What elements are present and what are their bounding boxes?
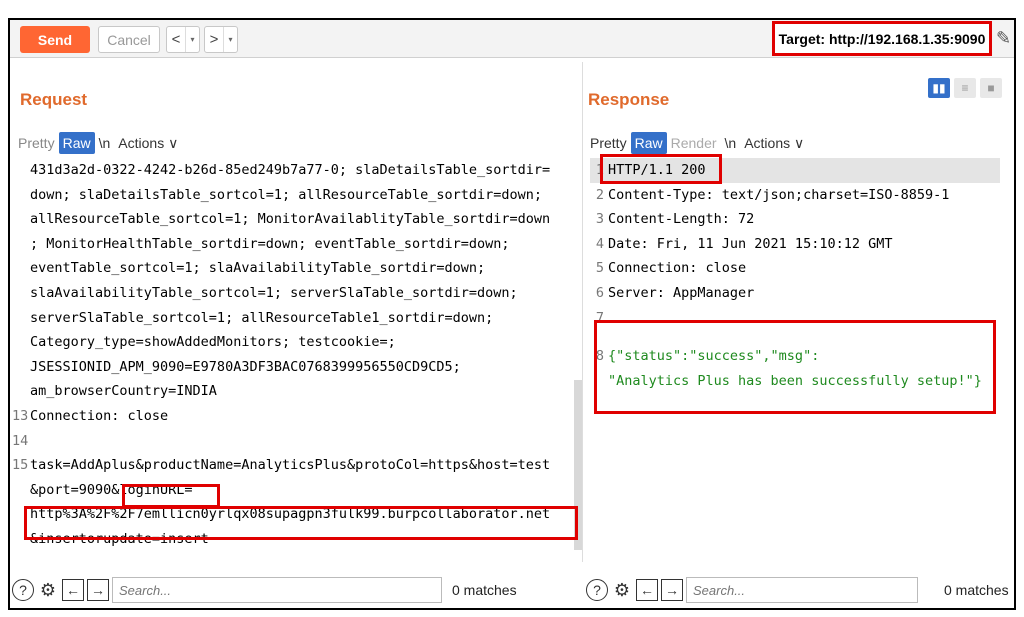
gear-icon[interactable]: ⚙: [611, 579, 633, 601]
response-search-bar: ? ⚙ ← → 0 matches: [586, 572, 1009, 608]
response-line: 3 Content-Length: 72: [595, 211, 755, 228]
request-line: 13 Connection: close: [12, 407, 169, 424]
back-nav-group: < ▾: [166, 26, 200, 53]
highlight-login-param: [122, 484, 220, 508]
forward-dropdown-icon[interactable]: ▾: [223, 27, 237, 52]
search-prev-icon[interactable]: ←: [62, 579, 84, 601]
forward-arrow-icon[interactable]: >: [205, 27, 223, 52]
stacked-view-icon[interactable]: ≡: [954, 78, 976, 98]
tab-response-pretty[interactable]: Pretty: [586, 132, 631, 154]
tab-response-render[interactable]: Render: [667, 132, 721, 154]
tab-request-raw[interactable]: Raw: [58, 132, 95, 154]
gear-icon[interactable]: ⚙: [37, 579, 59, 601]
request-line: 431d3a2d-0322-4242-b26d-85ed249b7a77-0; …: [30, 162, 551, 178]
tab-response-actions[interactable]: Actions ∨: [740, 132, 808, 155]
pencil-icon[interactable]: ✎: [996, 28, 1011, 49]
request-match-count: 0 matches: [452, 582, 517, 598]
back-dropdown-icon[interactable]: ▾: [185, 27, 199, 52]
tab-request-pretty[interactable]: Pretty: [14, 132, 59, 154]
forward-nav-group: > ▾: [204, 26, 238, 53]
response-line: 6 Server: AppManager: [595, 284, 755, 301]
help-icon[interactable]: ?: [12, 579, 34, 601]
pane-divider[interactable]: [582, 62, 583, 562]
repeater-window: Send Cancel < ▾ > ▾ Target: http://192.1…: [8, 18, 1016, 610]
response-line: 2 Content-Type: text/json;charset=ISO-885…: [595, 186, 950, 203]
help-icon[interactable]: ?: [586, 579, 608, 601]
request-line: am_browserCountry=INDIA: [30, 383, 217, 400]
request-line: 15 task=AddAplus&productName=AnalyticsPlu…: [12, 457, 551, 474]
tab-request-newline[interactable]: \n: [95, 132, 115, 154]
toolbar: Send Cancel < ▾ > ▾ Target: http://192.1…: [10, 20, 1014, 58]
response-search-input[interactable]: [686, 577, 918, 603]
request-line: allResourceTable_sortcol=1; MonitorAvail…: [30, 211, 551, 228]
split-view-icon[interactable]: ▮▮: [928, 78, 950, 98]
response-match-count: 0 matches: [944, 582, 1009, 598]
request-line: slaAvailabilityTable_sortcol=1; serverSl…: [30, 284, 518, 301]
top-strip: [0, 0, 1024, 18]
response-line: 4 Date: Fri, 11 Jun 2021 15:10:12 GMT: [595, 235, 893, 252]
request-line: down; slaDetailsTable_sortcol=1; allReso…: [30, 186, 543, 203]
send-button[interactable]: Send: [20, 26, 90, 53]
response-title: Response: [588, 90, 670, 109]
back-arrow-icon[interactable]: <: [167, 27, 185, 52]
search-next-icon[interactable]: →: [87, 579, 109, 601]
response-line: 5 Connection: close: [595, 260, 747, 277]
layout-toggle: ▮▮ ≡ ■: [928, 78, 1002, 98]
request-search-bar: ? ⚙ ← → 0 matches: [12, 572, 517, 608]
tab-response-newline[interactable]: \n: [721, 132, 741, 154]
request-line: Category_type=showAddedMonitors; testcoo…: [30, 334, 396, 351]
highlight-response-body: [594, 320, 996, 414]
request-line: eventTable_sortcol=1; slaAvailabilityTab…: [30, 260, 486, 277]
request-editor[interactable]: 431d3a2d-0322-4242-b26d-85ed249b7a77-0; …: [12, 158, 572, 552]
response-tabs: Pretty Raw Render \n Actions ∨: [586, 130, 808, 156]
request-line: &port=9090&loginURL=: [30, 481, 193, 498]
highlight-collaborator-url: [24, 506, 578, 540]
single-view-icon[interactable]: ■: [980, 78, 1002, 98]
request-line: serverSlaTable_sortcol=1; allResourceTab…: [30, 309, 494, 326]
request-title: Request: [20, 90, 88, 109]
tab-request-actions[interactable]: Actions ∨: [114, 132, 182, 155]
tab-response-raw[interactable]: Raw: [630, 132, 667, 154]
cancel-button[interactable]: Cancel: [98, 26, 160, 53]
request-search-input[interactable]: [112, 577, 442, 603]
request-line: JSESSIONID_APM_9090=E9780A3DF3BAC0768399…: [30, 358, 461, 375]
request-line: 14: [12, 432, 29, 449]
search-next-icon[interactable]: →: [661, 579, 683, 601]
search-prev-icon[interactable]: ←: [636, 579, 658, 601]
target-label[interactable]: Target: http://192.168.1.35:9090: [772, 21, 992, 56]
highlight-status-line: [600, 154, 722, 184]
request-line: ; MonitorHealthTable_sortdir=down; event…: [30, 235, 510, 252]
request-tabs: Pretty Raw \n Actions ∨: [14, 130, 182, 156]
